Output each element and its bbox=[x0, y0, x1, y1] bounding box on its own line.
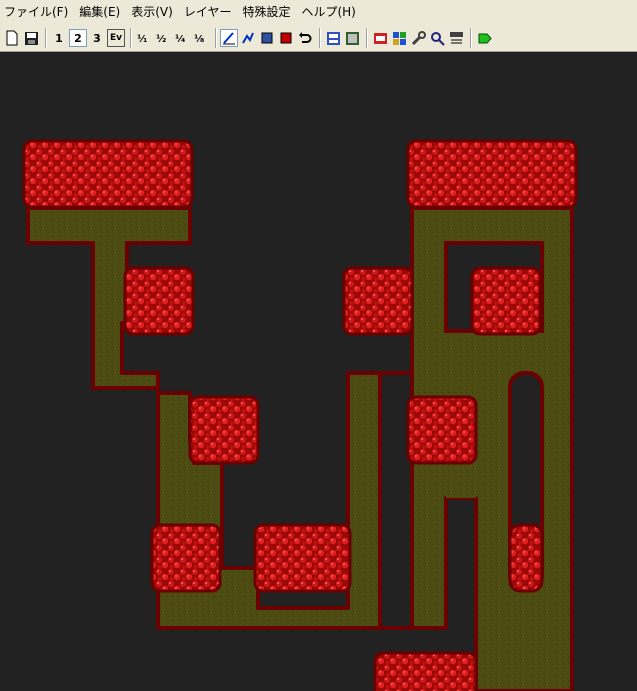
svg-text:¹⁄₄: ¹⁄₄ bbox=[175, 34, 185, 45]
menu-view[interactable]: 表示(V) bbox=[127, 0, 180, 25]
lava-block bbox=[508, 523, 544, 593]
sound-icon[interactable] bbox=[371, 29, 389, 47]
toolbar-separator bbox=[319, 28, 320, 48]
layer2-icon[interactable]: 2 bbox=[69, 29, 87, 47]
toolbar-separator bbox=[470, 28, 471, 48]
menu-bar: ファイル(F) 編集(E) 表示(V) レイヤー 特殊設定 ヘルプ(H) bbox=[0, 0, 637, 25]
lava-block bbox=[123, 266, 195, 336]
scale-1-2-icon[interactable]: ¹⁄₂ bbox=[154, 29, 172, 47]
scale-1-1-icon[interactable]: ¹⁄₁ bbox=[135, 29, 153, 47]
undo-icon[interactable] bbox=[296, 29, 314, 47]
lava-top-right bbox=[406, 139, 578, 209]
test-play-icon[interactable] bbox=[475, 29, 493, 47]
lava-block bbox=[406, 395, 478, 465]
lava-block bbox=[150, 523, 222, 593]
menu-edit[interactable]: 編集(E) bbox=[75, 0, 127, 25]
lava-block bbox=[188, 395, 260, 465]
lava-block bbox=[342, 266, 414, 336]
layer1-icon[interactable]: 1 bbox=[50, 29, 68, 47]
toolbar-separator bbox=[366, 28, 367, 48]
rectangle-icon[interactable] bbox=[258, 29, 276, 47]
svg-text:¹⁄₁: ¹⁄₁ bbox=[137, 34, 147, 45]
menu-file[interactable]: ファイル(F) bbox=[0, 0, 75, 25]
scale-1-8-icon[interactable]: ¹⁄₈ bbox=[192, 29, 210, 47]
save-icon[interactable] bbox=[22, 29, 40, 47]
lava-block bbox=[373, 651, 478, 691]
menu-help[interactable]: ヘルプ(H) bbox=[297, 0, 362, 25]
game-settings-icon[interactable] bbox=[343, 29, 361, 47]
lava-top-left bbox=[22, 139, 194, 209]
fill-icon[interactable] bbox=[277, 29, 295, 47]
menu-special-settings[interactable]: 特殊設定 bbox=[238, 0, 297, 25]
toolbar-separator bbox=[45, 28, 46, 48]
line-icon[interactable] bbox=[239, 29, 257, 47]
search-icon[interactable] bbox=[428, 29, 446, 47]
pencil-icon[interactable] bbox=[220, 29, 238, 47]
svg-text:¹⁄₂: ¹⁄₂ bbox=[156, 34, 166, 45]
material-icon[interactable] bbox=[390, 29, 408, 47]
tools-icon[interactable] bbox=[409, 29, 427, 47]
toolbar-separator bbox=[215, 28, 216, 48]
menu-layer[interactable]: レイヤー bbox=[180, 0, 239, 25]
lava-block bbox=[253, 523, 352, 593]
lava-block bbox=[470, 266, 542, 336]
map-list-icon[interactable] bbox=[447, 29, 465, 47]
scale-1-4-icon[interactable]: ¹⁄₄ bbox=[173, 29, 191, 47]
layer3-icon[interactable]: 3 bbox=[88, 29, 106, 47]
database-icon[interactable] bbox=[324, 29, 342, 47]
toolbar: 1 2 3 Ev ¹⁄₁ ¹⁄₂ ¹⁄₄ ¹⁄₈ bbox=[0, 25, 637, 52]
map-canvas[interactable] bbox=[0, 53, 637, 691]
event-layer-icon[interactable]: Ev bbox=[107, 29, 125, 47]
new-file-icon[interactable] bbox=[3, 29, 21, 47]
map-view[interactable] bbox=[0, 53, 637, 691]
svg-text:¹⁄₈: ¹⁄₈ bbox=[194, 34, 204, 45]
toolbar-separator bbox=[130, 28, 131, 48]
